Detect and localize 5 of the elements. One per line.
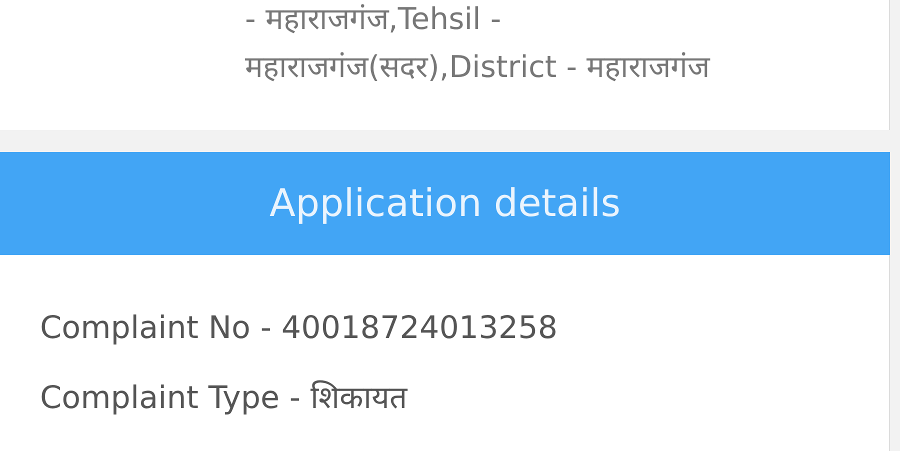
detail-text: Complaint Type - शिकायत <box>40 380 408 416</box>
address-line: - महाराजगंज,Tehsil - <box>245 2 502 37</box>
address-line: महाराजगंज(सदर),District - महाराजगंज <box>245 50 710 85</box>
detail-text: Complaint No - 40018724013258 <box>40 310 558 346</box>
section-header: Application details <box>0 152 890 255</box>
